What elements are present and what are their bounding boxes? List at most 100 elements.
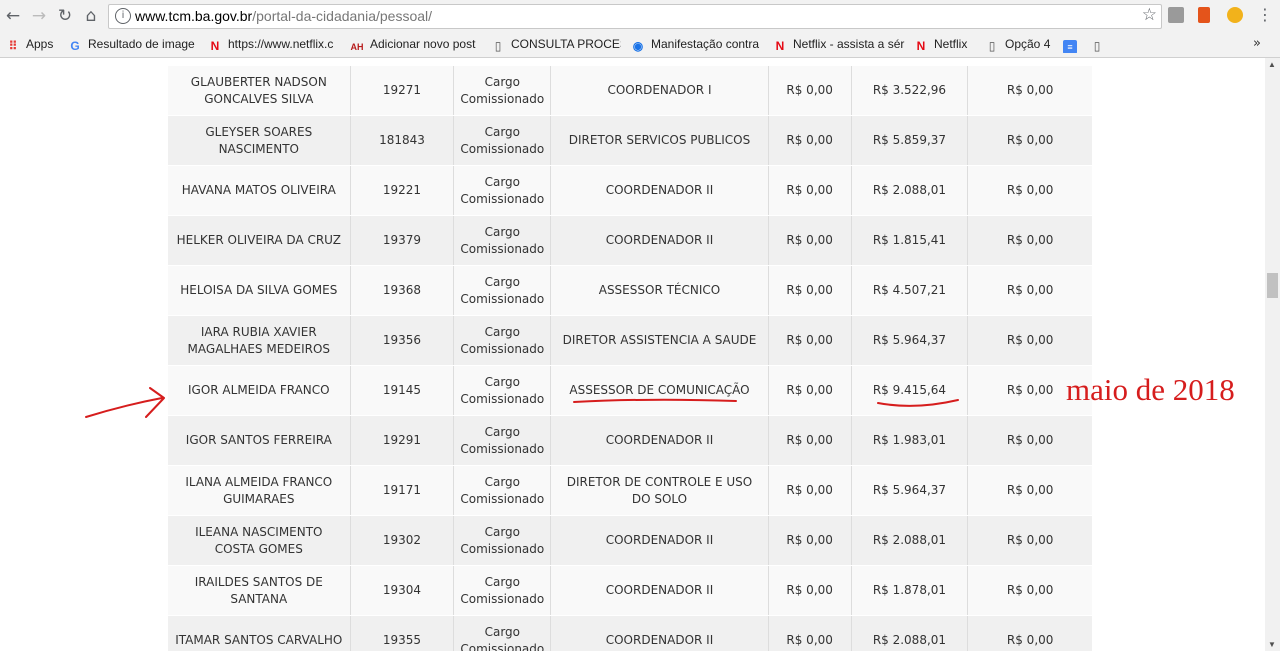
scroll-up-arrow-icon[interactable]: ▲	[1268, 60, 1276, 69]
employee-name: ITAMAR SANTOS CARVALHO	[168, 615, 351, 651]
bookmark-label: Manifestação contra	[651, 37, 760, 51]
table-row: ILEANA NASCIMENTO COSTA GOMES 19302 Cargo …	[168, 515, 1092, 566]
bookmark-opcao4[interactable]: ▯ Opção 4	[985, 37, 1057, 53]
salary-value: R$ 4.507,21	[851, 265, 969, 316]
office-extension-icon[interactable]	[1198, 7, 1210, 23]
bookmark-label: Opção 4	[1005, 37, 1051, 51]
employment-type: Cargo Comissionado	[453, 565, 552, 616]
bookmark-netflix-url[interactable]: Nhttps://www.netflix.c	[208, 37, 338, 53]
value-1: R$ 0,00	[768, 565, 852, 616]
employment-type: Cargo Comissionado	[453, 115, 552, 166]
browser-toolbar: ← → ↻ ⌂ i www.tcm.ba.gov.br/portal-da-ci…	[0, 0, 1280, 33]
table-row: HAVANA MATOS OLIVEIRA 19221 Cargo Comissio…	[168, 165, 1092, 216]
job-title: ASSESSOR TÉCNICO	[550, 265, 769, 316]
table-row: HELOISA DA SILVA GOMES 19368 Cargo Comissi…	[168, 265, 1092, 316]
table-row: IGOR ALMEIDA FRANCO 19145 Cargo Comissiona…	[168, 365, 1092, 416]
back-arrow-icon[interactable]: ←	[2, 5, 24, 27]
bookmark-apps[interactable]: ⠿ Apps	[6, 37, 61, 53]
salary-value: R$ 2.088,01	[851, 515, 969, 566]
employment-type: Cargo Comissionado	[453, 365, 552, 416]
address-bar[interactable]: i www.tcm.ba.gov.br/portal-da-cidadania/…	[108, 4, 1162, 29]
employee-name: GLAUBERTER NADSON GONCALVES SILVA	[168, 66, 351, 116]
page-content: GLAUBERTER NADSON GONCALVES SILVA 19271 Ca…	[0, 58, 1265, 651]
value-3: R$ 0,00	[967, 515, 1092, 566]
table-row: IGOR SANTOS FERREIRA 19291 Cargo Comission…	[168, 415, 1092, 466]
value-1: R$ 0,00	[768, 215, 852, 266]
employment-type: Cargo Comissionado	[453, 465, 552, 516]
blog-icon: AH	[350, 42, 364, 52]
employment-type: Cargo Comissionado	[453, 515, 552, 566]
netflix-icon: N	[210, 39, 220, 53]
employee-name: IGOR SANTOS FERREIRA	[168, 415, 351, 466]
table-row: IRAILDES SANTOS DE SANTANA 19304 Cargo Com…	[168, 565, 1092, 616]
bookmark-manifestacao[interactable]: ◉ Manifestação contra	[631, 37, 761, 53]
bookmark-star-icon[interactable]: ☆	[1142, 5, 1157, 25]
page-icon: ▯	[988, 39, 996, 53]
netflix-icon: N	[775, 39, 785, 53]
staff-table: GLAUBERTER NADSON GONCALVES SILVA 19271 Ca…	[168, 66, 1092, 651]
url-text[interactable]: www.tcm.ba.gov.br/portal-da-cidadania/pe…	[135, 8, 432, 24]
key-extension-icon[interactable]	[1227, 7, 1243, 23]
info-icon[interactable]: i	[115, 8, 131, 24]
url-path: /portal-da-cidadania/pessoal/	[252, 8, 433, 24]
salary-value: R$ 2.088,01	[851, 615, 969, 651]
reload-icon[interactable]: ↻	[54, 5, 76, 27]
table-row: GLAUBERTER NADSON GONCALVES SILVA 19271 Ca…	[168, 66, 1092, 116]
page-icon: ▯	[494, 39, 502, 53]
employment-type: Cargo Comissionado	[453, 165, 552, 216]
bookmark-consulta[interactable]: ▯ CONSULTA PROCESS	[491, 37, 621, 53]
url-host: www.tcm.ba.gov.br	[135, 8, 253, 24]
salary-value: R$ 9.415,64	[851, 365, 969, 416]
bookmark-label: Resultado de image	[88, 37, 195, 51]
table-row: ILANA ALMEIDA FRANCO GUIMARAES 19171 Cargo…	[168, 465, 1092, 516]
home-icon[interactable]: ⌂	[80, 5, 102, 27]
more-bookmarks-chevron-icon[interactable]: »	[1253, 36, 1261, 51]
employee-name: HAVANA MATOS OLIVEIRA	[168, 165, 351, 216]
bookmark-label: CONSULTA PROCESS	[511, 37, 621, 51]
registration-number: 19291	[350, 415, 455, 466]
bookmark-page[interactable]: ▯	[1090, 37, 1108, 53]
registration-number: 181843	[350, 115, 455, 166]
table-row: HELKER OLIVEIRA DA CRUZ 19379 Cargo Comiss…	[168, 215, 1092, 266]
employee-name: IRAILDES SANTOS DE SANTANA	[168, 565, 351, 616]
bookmark-netflix-assista[interactable]: N Netflix - assista a sér	[773, 37, 905, 53]
forward-arrow-icon[interactable]: →	[28, 5, 50, 27]
job-title: DIRETOR ASSISTENCIA A SAUDE	[550, 315, 769, 366]
value-1: R$ 0,00	[768, 265, 852, 316]
job-title: DIRETOR DE CONTROLE E USO DO SOLO	[550, 465, 769, 516]
menu-dots-icon[interactable]: ⋮	[1257, 5, 1273, 24]
job-title: COORDENADOR II	[550, 615, 769, 651]
bookmark-docs[interactable]: ≡	[1063, 37, 1081, 53]
job-title: COORDENADOR II	[550, 515, 769, 566]
scroll-down-arrow-icon[interactable]: ▼	[1268, 640, 1276, 649]
employee-name: GLEYSER SOARES NASCIMENTO	[168, 115, 351, 166]
vertical-scrollbar[interactable]: ▲ ▼	[1265, 58, 1280, 651]
bookmark-label: Adicionar novo post	[370, 37, 476, 51]
salary-value: R$ 5.964,37	[851, 465, 969, 516]
salary-value: R$ 5.859,37	[851, 115, 969, 166]
bookmark-netflix[interactable]: N Netflix	[914, 37, 979, 53]
bookmark-google[interactable]: G Resultado de image	[68, 37, 198, 53]
employee-name: IGOR ALMEIDA FRANCO	[168, 365, 351, 416]
value-3: R$ 0,00	[967, 565, 1092, 616]
registration-number: 19271	[350, 66, 455, 116]
scrollbar-thumb[interactable]	[1267, 273, 1278, 298]
docs-icon: ≡	[1063, 40, 1077, 53]
value-3: R$ 0,00	[967, 115, 1092, 166]
registration-number: 19302	[350, 515, 455, 566]
annotation-text: maio de 2018	[1066, 372, 1235, 407]
extension-icon[interactable]	[1168, 7, 1184, 23]
value-1: R$ 0,00	[768, 165, 852, 216]
value-1: R$ 0,00	[768, 115, 852, 166]
page-icon: ▯	[1093, 39, 1101, 53]
salary-value: R$ 5.964,37	[851, 315, 969, 366]
apps-grid-icon: ⠿	[8, 39, 18, 53]
salary-value: R$ 2.088,01	[851, 165, 969, 216]
value-3: R$ 0,00	[967, 415, 1092, 466]
bookmark-label: Netflix - assista a sér	[793, 37, 905, 51]
bookmarks-bar: ⠿ Apps G Resultado de image Nhttps://www.n…	[0, 33, 1280, 58]
netflix-icon: N	[916, 39, 926, 53]
employee-name: ILANA ALMEIDA FRANCO GUIMARAES	[168, 465, 351, 516]
salary-value: R$ 1.815,41	[851, 215, 969, 266]
bookmark-blog[interactable]: AH Adicionar novo post	[350, 37, 480, 53]
